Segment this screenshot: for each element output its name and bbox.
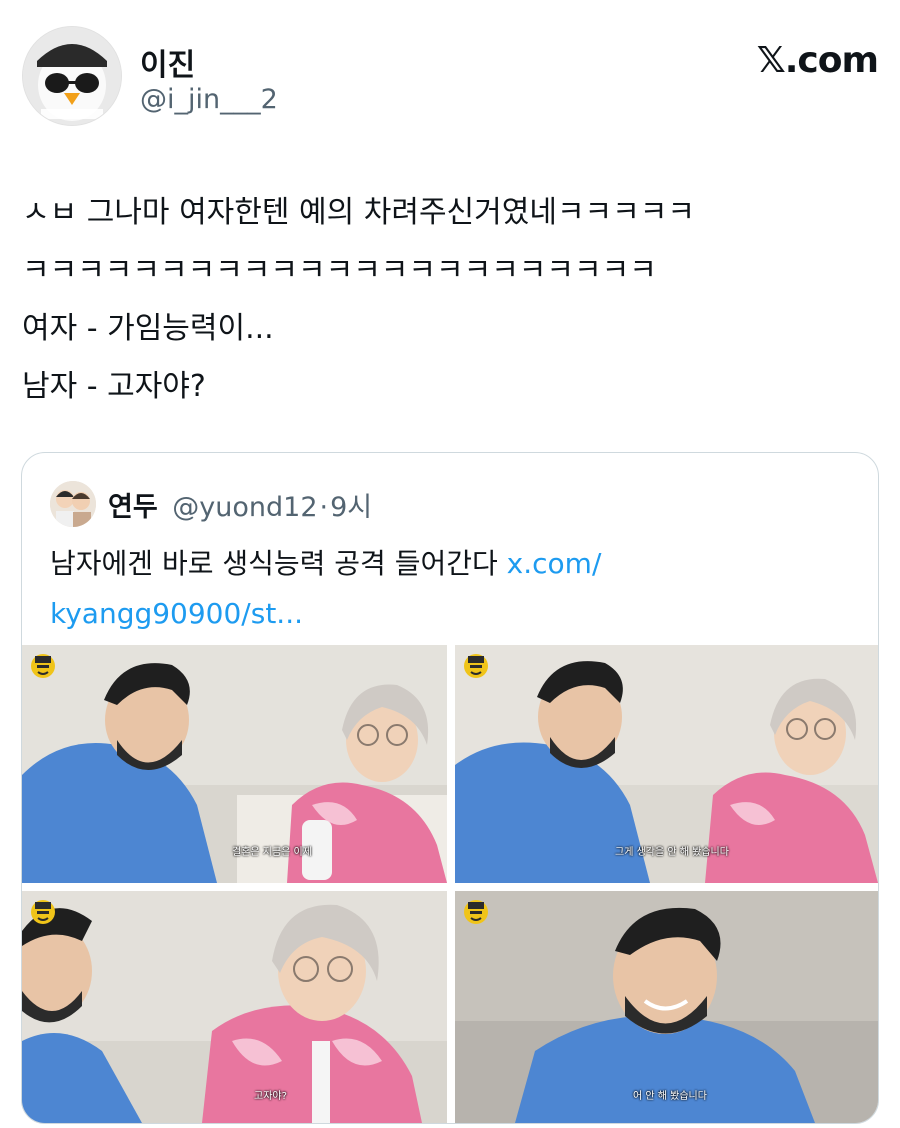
media-image[interactable]: 어 안 해 봤습니다 xyxy=(455,891,878,1123)
tweet-header: 이진 @i_jin___2 𝕏.com xyxy=(22,26,879,126)
video-subtitle: 어 안 해 봤습니다 xyxy=(633,1091,707,1102)
quoted-body: 남자에겐 바로 생식능력 공격 들어간다 xyxy=(50,547,507,580)
quoted-handle[interactable]: @yuond12 xyxy=(172,492,317,523)
media-grid: 결혼은 지금은 이제 그게 생각을 안 해 봤습니다 고자야? 어 안 해 봤습… xyxy=(22,645,878,1123)
channel-logo-icon xyxy=(31,900,55,924)
tweet-line: ㅋㅋㅋㅋㅋㅋㅋㅋㅋㅋㅋㅋㅋㅋㅋㅋㅋㅋㅋㅋㅋㅋㅋ xyxy=(22,253,657,288)
channel-logo-icon xyxy=(464,900,488,924)
tweet-text: ㅅㅂ 그나마 여자한텐 예의 차려주신거였네ㅋㅋㅋㅋㅋ ㅋㅋㅋㅋㅋㅋㅋㅋㅋㅋㅋㅋ… xyxy=(22,184,882,416)
tweet-line: 남자 - 고자야? xyxy=(22,369,206,404)
author-avatar[interactable] xyxy=(22,26,122,126)
media-image[interactable]: 고자야? xyxy=(22,891,447,1123)
quoted-text: 남자에겐 바로 생식능력 공격 들어간다 x.com/ kyangg90900/… xyxy=(50,539,850,639)
author-handle[interactable]: @i_jin___2 xyxy=(140,84,278,115)
video-subtitle: 고자야? xyxy=(254,1091,287,1102)
video-subtitle: 그게 생각을 안 해 봤습니다 xyxy=(615,847,729,858)
video-subtitle: 결혼은 지금은 이제 xyxy=(232,847,312,858)
quoted-header: 연두 @yuond12·9시 xyxy=(108,485,372,524)
tweet-line: 여자 - 가임능력이... xyxy=(22,311,274,346)
quoted-display-name[interactable]: 연두 xyxy=(108,492,158,523)
quoted-tweet-card[interactable]: 연두 @yuond12·9시 남자에겐 바로 생식능력 공격 들어간다 x.co… xyxy=(21,452,879,1124)
tweet-line: ㅅㅂ 그나마 여자한텐 예의 차려주신거였네ㅋㅋㅋㅋㅋ xyxy=(22,195,695,230)
quoted-link[interactable]: x.com/ xyxy=(507,547,602,580)
quoted-time[interactable]: 9시 xyxy=(330,492,372,523)
media-image[interactable]: 결혼은 지금은 이제 xyxy=(22,645,447,883)
channel-logo-icon xyxy=(464,654,488,678)
x-logo: 𝕏.com xyxy=(756,40,879,81)
quoted-link-continued[interactable]: kyangg90900/st... xyxy=(50,597,303,630)
quoted-author-avatar[interactable] xyxy=(50,481,96,527)
channel-logo-icon xyxy=(31,654,55,678)
media-image[interactable]: 그게 생각을 안 해 봤습니다 xyxy=(455,645,878,883)
author-display-name[interactable]: 이진 xyxy=(140,40,195,84)
meta-separator: · xyxy=(319,492,329,523)
